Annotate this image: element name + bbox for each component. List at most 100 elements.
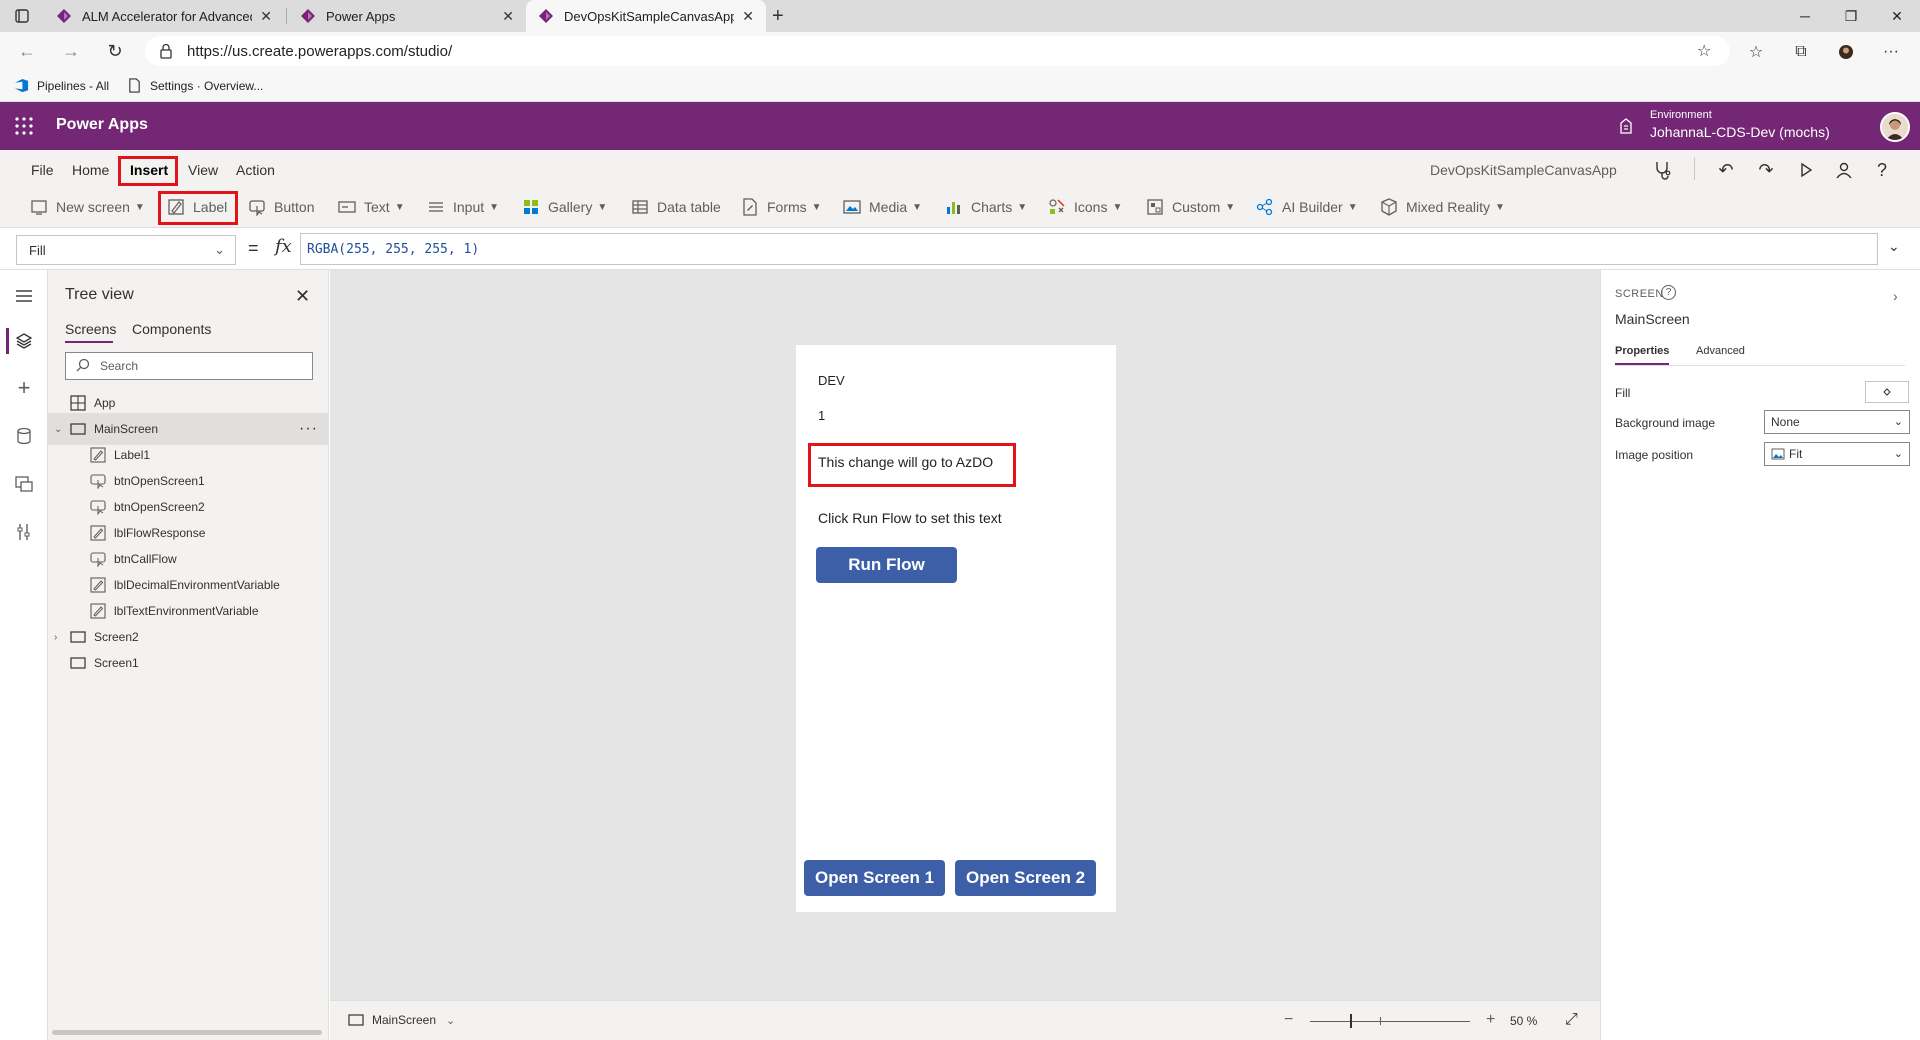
menu-home[interactable]: Home: [72, 162, 109, 178]
text-dropdown[interactable]: Text ▼: [338, 198, 405, 216]
browser-tab-powerapps[interactable]: Power Apps ✕: [288, 0, 526, 32]
property-dropdown[interactable]: Fill ⌄: [16, 235, 236, 265]
control-name[interactable]: MainScreen: [1615, 311, 1690, 327]
insert-plus-icon[interactable]: +: [12, 375, 36, 400]
menu-view[interactable]: View: [188, 162, 218, 178]
zoom-slider-thumb[interactable]: [1350, 1014, 1352, 1028]
icons-icon: [1049, 199, 1065, 214]
close-icon[interactable]: ✕: [742, 8, 754, 25]
fit-to-window-icon[interactable]: ⤢: [1565, 1011, 1578, 1029]
redo-icon[interactable]: ↷: [1754, 158, 1778, 182]
advanced-tools-icon[interactable]: [12, 520, 36, 544]
tab-properties[interactable]: Properties: [1615, 345, 1669, 357]
favorite-settings[interactable]: Settings · Overview...: [127, 78, 263, 93]
tab-components[interactable]: Components: [132, 321, 211, 337]
tab-underline: [65, 341, 113, 343]
app-launcher-icon[interactable]: [14, 116, 34, 136]
close-icon[interactable]: ✕: [260, 8, 272, 25]
app-title[interactable]: DevOpsKitSampleCanvasApp: [1430, 162, 1617, 178]
app-screen-mainscreen[interactable]: DEV 1 This change will go to AzDO Click …: [796, 345, 1116, 912]
zoom-in-button[interactable]: +: [1486, 1011, 1495, 1029]
chevron-down-icon[interactable]: ⌄: [54, 424, 62, 435]
ai-builder-dropdown[interactable]: AI Builder ▼: [1256, 198, 1358, 216]
add-favorite-icon[interactable]: ☆: [1697, 41, 1711, 61]
app-checker-icon[interactable]: [1650, 158, 1674, 182]
image-position-dropdown[interactable]: Fit ⌄: [1764, 442, 1910, 466]
chevron-right-icon[interactable]: ›: [1893, 288, 1898, 304]
browser-tab-alm[interactable]: ALM Accelerator for Advanced M ✕: [44, 0, 284, 32]
minimize-icon[interactable]: ─: [1782, 0, 1828, 32]
design-canvas[interactable]: DEV 1 This change will go to AzDO Click …: [330, 270, 1600, 1000]
product-name[interactable]: Power Apps: [56, 116, 148, 134]
mixed-reality-label: Mixed Reality: [1406, 199, 1491, 215]
forward-icon[interactable]: →: [58, 38, 84, 64]
input-dropdown[interactable]: Input ▼: [427, 198, 499, 216]
background-image-dropdown[interactable]: None ⌄: [1764, 410, 1910, 434]
custom-dropdown[interactable]: Custom ▼: [1146, 198, 1235, 216]
close-icon[interactable]: ✕: [502, 8, 514, 25]
settings-more-icon[interactable]: ···: [1880, 41, 1902, 63]
close-icon[interactable]: ✕: [295, 286, 310, 307]
avatar[interactable]: [1880, 112, 1910, 142]
tree-node-label: btnCallFlow: [114, 552, 177, 566]
hamburger-icon[interactable]: [12, 284, 36, 308]
new-screen-button[interactable]: New screen ▼: [30, 198, 145, 216]
charts-dropdown[interactable]: Charts ▼: [945, 198, 1027, 216]
profile-icon[interactable]: [1835, 41, 1857, 63]
tree-view-icon[interactable]: [12, 329, 36, 353]
more-options-icon[interactable]: ···: [299, 420, 318, 438]
browser-tab-devopskit[interactable]: DevOpsKitSampleCanvasApp - P ✕: [526, 0, 766, 32]
fill-color-picker[interactable]: [1865, 381, 1909, 403]
tab-screens[interactable]: Screens: [65, 321, 116, 337]
lbl-flow-response[interactable]: Click Run Flow to set this text: [818, 510, 1002, 526]
mixed-reality-dropdown[interactable]: Mixed Reality ▼: [1380, 198, 1505, 216]
help-icon[interactable]: ?: [1870, 158, 1894, 182]
formula-input[interactable]: RGBA(255, 255, 255, 1): [300, 233, 1878, 265]
chevron-right-icon[interactable]: ›: [54, 632, 57, 643]
gallery-dropdown[interactable]: Gallery ▼: [522, 198, 607, 216]
help-icon[interactable]: ?: [1661, 285, 1676, 300]
favorite-pipelines[interactable]: Pipelines - All: [14, 78, 109, 93]
url-field[interactable]: https://us.create.powerapps.com/studio/ …: [145, 36, 1730, 66]
tab-advanced[interactable]: Advanced: [1696, 345, 1745, 357]
icons-dropdown[interactable]: Icons ▼: [1048, 198, 1122, 216]
share-person-icon[interactable]: [1832, 158, 1856, 182]
data-icon[interactable]: [12, 424, 36, 448]
horizontal-scrollbar[interactable]: [52, 1030, 322, 1035]
tab-actions-icon[interactable]: [14, 8, 30, 24]
search-input[interactable]: Search: [65, 352, 313, 380]
collections-icon[interactable]: ⧉: [1790, 41, 1812, 63]
refresh-icon[interactable]: ↻: [102, 38, 128, 64]
button-icon: [249, 200, 265, 216]
menu-action[interactable]: Action: [236, 162, 275, 178]
media-rail-icon[interactable]: [12, 472, 36, 496]
btn-call-flow[interactable]: Run Flow: [816, 547, 957, 583]
zoom-slider[interactable]: [1310, 1021, 1470, 1022]
window-close-icon[interactable]: ✕: [1874, 0, 1920, 32]
menu-file[interactable]: File: [31, 162, 54, 178]
data-table-button[interactable]: Data table: [631, 198, 721, 216]
forms-dropdown[interactable]: Forms ▼: [741, 198, 822, 216]
btn-open-screen1[interactable]: Open Screen 1: [804, 860, 945, 896]
browser-tab-title: ALM Accelerator for Advanced M: [82, 8, 252, 24]
zoom-out-button[interactable]: −: [1284, 1011, 1293, 1029]
tree-node-screen1[interactable]: Screen1: [48, 647, 329, 679]
lbl-decimal-environment-variable[interactable]: 1: [818, 408, 825, 423]
favorites-icon[interactable]: ☆: [1745, 41, 1767, 63]
undo-icon[interactable]: ↶: [1714, 158, 1738, 182]
data-table-icon: [632, 200, 648, 214]
btn-open-screen2[interactable]: Open Screen 2: [955, 860, 1096, 896]
back-icon[interactable]: ←: [14, 38, 40, 64]
button-button[interactable]: Button: [248, 198, 314, 216]
data-table-label: Data table: [657, 199, 721, 215]
screen-selector[interactable]: MainScreen ⌄: [348, 1013, 455, 1027]
play-icon[interactable]: [1794, 158, 1818, 182]
expand-formula-icon[interactable]: ⌄: [1888, 238, 1900, 255]
powerapps-favicon-icon: [539, 9, 553, 23]
media-dropdown[interactable]: Media ▼: [843, 198, 922, 216]
lbl-text-environment-variable[interactable]: DEV: [818, 373, 845, 388]
new-tab-button[interactable]: +: [772, 5, 784, 28]
chevron-down-icon: ▼: [1495, 201, 1505, 213]
restore-icon[interactable]: ❐: [1828, 0, 1874, 32]
environment-picker[interactable]: JohannaL-CDS-Dev (mochs): [1650, 124, 1830, 140]
